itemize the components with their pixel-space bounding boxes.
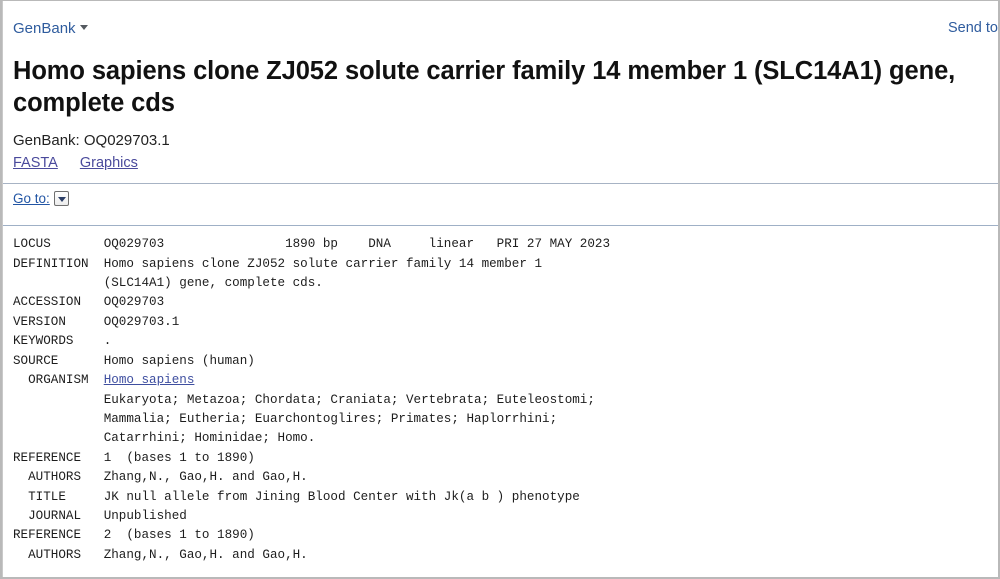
fasta-link[interactable]: FASTA: [13, 155, 58, 171]
flatfile-line: JOURNAL Unpublished: [13, 508, 187, 523]
flatfile-line: KEYWORDS .: [13, 334, 112, 349]
flatfile-line: LOCUS OQ029703 1890 bp DNA linear PRI 27…: [13, 237, 611, 252]
goto-strip: Go to:: [3, 184, 998, 213]
flatfile-line: Eukaryota; Metazoa; Chordata; Craniata; …: [13, 392, 595, 407]
goto-link[interactable]: Go to:: [13, 191, 50, 206]
flatfile-line: (SLC14A1) gene, complete cds.: [13, 276, 323, 291]
genbank-flatfile: LOCUS OQ029703 1890 bp DNA linear PRI 27…: [3, 235, 998, 565]
flatfile-field-key: ORGANISM: [13, 373, 104, 388]
flatfile-line: ACCESSION OQ029703: [13, 295, 165, 310]
database-switch[interactable]: GenBank: [13, 20, 88, 37]
flatfile-line: REFERENCE 1 (bases 1 to 1890): [13, 450, 255, 465]
record-header: Homo sapiens clone ZJ052 solute carrier …: [3, 43, 998, 171]
chevron-down-icon[interactable]: [53, 191, 69, 207]
organism-taxonomy-link[interactable]: Homo sapiens: [104, 373, 195, 387]
database-switch-label: GenBank: [13, 20, 76, 37]
graphics-link[interactable]: Graphics: [80, 155, 138, 171]
page-title: Homo sapiens clone ZJ052 solute carrier …: [13, 57, 956, 118]
flatfile-line: ORGANISM Homo sapiens: [13, 371, 998, 390]
goto-divider: [3, 225, 998, 227]
flatfile-line: DEFINITION Homo sapiens clone ZJ052 solu…: [13, 256, 543, 271]
flatfile-line: Mammalia; Eutheria; Euarchontoglires; Pr…: [13, 411, 558, 426]
flatfile-line: SOURCE Homo sapiens (human): [13, 353, 255, 368]
utility-bar: GenBank Send to:: [3, 1, 998, 43]
send-to-label: Send to:: [947, 20, 998, 36]
flatfile-line: AUTHORS Zhang,N., Gao,H. and Gao,H.: [13, 470, 308, 485]
record-page: GenBank Send to: Homo sapiens clone ZJ05…: [2, 1, 998, 577]
flatfile-line: REFERENCE 2 (bases 1 to 1890): [13, 528, 255, 543]
flatfile-line: VERSION OQ029703.1: [13, 314, 180, 329]
accession-line: GenBank: OQ029703.1: [13, 132, 170, 150]
caret-down-icon: [79, 25, 88, 30]
flatfile-line: TITLE JK null allele from Jining Blood C…: [13, 489, 580, 504]
flatfile-line: Catarrhini; Hominidae; Homo.: [13, 431, 316, 446]
flatfile-line: AUTHORS Zhang,N., Gao,H. and Gao,H.: [13, 547, 308, 562]
send-to-menu[interactable]: Send to:: [948, 20, 998, 36]
format-links: FASTA Graphics: [13, 155, 984, 171]
